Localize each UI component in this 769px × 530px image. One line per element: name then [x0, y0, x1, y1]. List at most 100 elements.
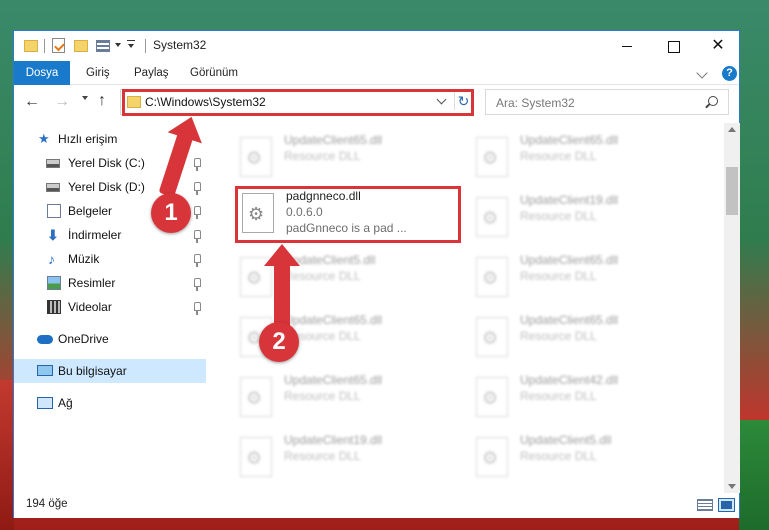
drive-icon [46, 183, 60, 192]
pin-icon[interactable] [194, 278, 201, 291]
pin-icon[interactable] [194, 302, 201, 315]
sidebar-item-pictures[interactable]: Resimler [14, 271, 206, 295]
help-icon[interactable]: ? [722, 66, 737, 81]
details-view-icon[interactable] [697, 499, 713, 511]
window-title: System32 [153, 38, 207, 52]
pin-icon[interactable] [194, 206, 201, 219]
sidebar-item-label: OneDrive [58, 332, 109, 346]
pin-icon[interactable] [194, 254, 201, 267]
desktop-background [739, 420, 769, 530]
file-item-padgnneco[interactable]: padgnneco.dll 0.0.6.0 padGnneco is a pad… [236, 185, 472, 243]
sidebar-item-label: Ağ [58, 396, 73, 410]
dll-file-icon [242, 193, 274, 233]
folder-icon[interactable] [24, 40, 38, 52]
file-version: 0.0.6.0 [286, 205, 323, 219]
view-options-icon[interactable] [96, 40, 110, 52]
scroll-down-icon[interactable] [728, 484, 736, 489]
computer-icon [37, 365, 53, 376]
back-arrow-icon[interactable]: ← [24, 94, 40, 110]
explorer-window: System32 ✕ Dosya Giriş Paylaş Görünüm ? … [13, 30, 740, 518]
sidebar-item-label: Belgeler [68, 204, 113, 218]
list-item[interactable]: UpdateClient19.dll Resource DLL [470, 189, 706, 247]
list-item[interactable]: UpdateClient42.dll Resource DLL [470, 369, 706, 427]
maximize-button[interactable] [650, 31, 696, 61]
annotation-arrow-2 [264, 244, 300, 328]
file-description: padGnneco is a pad ... [286, 221, 407, 235]
network-icon [37, 397, 53, 409]
dll-file-icon [476, 317, 508, 357]
expand-ribbon-icon[interactable] [696, 67, 708, 79]
videos-icon [47, 300, 61, 314]
file-name: padgnneco.dll [286, 189, 361, 203]
sidebar-item-label: Resimler [68, 276, 116, 290]
search-input[interactable]: Ara: System32 [485, 89, 729, 115]
dll-file-icon [476, 437, 508, 477]
list-item[interactable]: UpdateClient5.dll Resource DLL [470, 429, 706, 487]
dll-file-icon [240, 377, 272, 417]
navigation-bar: ← → ↑ C:\Windows\System32 ↻ Ara: System3… [14, 86, 739, 118]
status-bar: 194 öğe [14, 493, 739, 518]
search-placeholder: Ara: System32 [496, 96, 575, 110]
close-button[interactable]: ✕ [695, 31, 741, 61]
pin-icon[interactable] [194, 230, 201, 243]
vertical-scrollbar[interactable] [724, 123, 740, 493]
dll-file-icon [240, 137, 272, 177]
sidebar-item-this-pc[interactable]: Bu bilgisayar [14, 359, 206, 383]
music-icon: ♪ [48, 251, 55, 267]
divider [145, 39, 146, 53]
up-arrow-icon[interactable]: ↑ [98, 93, 114, 109]
list-item[interactable]: UpdateClient65.dll Resource DLL [470, 129, 706, 187]
title-bar: System32 ✕ [14, 31, 739, 61]
forward-arrow-icon[interactable]: → [54, 94, 70, 110]
step-badge-2: 2 [259, 322, 299, 362]
sidebar-item-label: İndirmeler [68, 228, 122, 242]
search-icon[interactable] [708, 96, 718, 106]
drive-icon [46, 159, 60, 168]
sidebar-item-videos[interactable]: Videolar [14, 295, 206, 319]
star-icon: ★ [38, 131, 50, 146]
step-badge-1: 1 [151, 193, 191, 233]
sidebar-item-label: Yerel Disk (C:) [68, 156, 145, 170]
customize-toolbar-icon[interactable] [127, 40, 135, 50]
scroll-thumb[interactable] [726, 167, 738, 215]
recent-locations-icon[interactable] [82, 96, 88, 100]
sidebar-item-network[interactable]: Ağ [14, 391, 206, 415]
ribbon-tabs: Dosya Giriş Paylaş Görünüm ? [14, 61, 739, 85]
list-item[interactable]: UpdateClient65.dll Resource DLL [470, 249, 706, 307]
documents-icon [47, 204, 61, 218]
chevron-down-icon[interactable] [115, 43, 121, 47]
downloads-icon: ⬇ [47, 227, 59, 243]
sidebar-item-music[interactable]: ♪ Müzik [14, 247, 206, 271]
dll-file-icon [476, 377, 508, 417]
sidebar-item-label: Müzik [68, 252, 100, 266]
dll-file-icon [476, 257, 508, 297]
scroll-up-icon[interactable] [728, 127, 736, 132]
tab-share[interactable]: Paylaş [122, 61, 181, 85]
list-item[interactable]: UpdateClient65.dll Resource DLL [234, 129, 470, 187]
divider [44, 39, 45, 53]
sidebar-item-label: Hızlı erişim [58, 132, 118, 146]
new-folder-icon[interactable] [74, 40, 88, 52]
properties-icon[interactable] [52, 38, 65, 53]
dll-file-icon [476, 197, 508, 237]
sidebar-item-onedrive[interactable]: OneDrive [14, 327, 206, 351]
list-item[interactable]: UpdateClient19.dll Resource DLL [234, 429, 470, 487]
dll-file-icon [240, 437, 272, 477]
tiles-view-icon[interactable] [718, 498, 735, 512]
cloud-icon [37, 335, 53, 344]
list-item[interactable]: UpdateClient65.dll Resource DLL [234, 369, 470, 427]
tab-file[interactable]: Dosya [14, 61, 70, 85]
pin-icon[interactable] [194, 182, 201, 195]
list-item[interactable]: UpdateClient65.dll Resource DLL [470, 309, 706, 367]
pictures-icon [47, 276, 61, 290]
sidebar-item-label: Yerel Disk (D:) [68, 180, 145, 194]
minimize-button[interactable] [604, 31, 650, 61]
item-count: 194 öğe [26, 498, 68, 510]
sidebar-item-label: Bu bilgisayar [58, 364, 127, 378]
pin-icon[interactable] [194, 158, 201, 171]
sidebar-item-label: Videolar [68, 300, 112, 314]
tab-home[interactable]: Giriş [74, 61, 122, 85]
tab-view[interactable]: Görünüm [178, 61, 250, 85]
dll-file-icon [476, 137, 508, 177]
desktop-background [0, 380, 14, 530]
